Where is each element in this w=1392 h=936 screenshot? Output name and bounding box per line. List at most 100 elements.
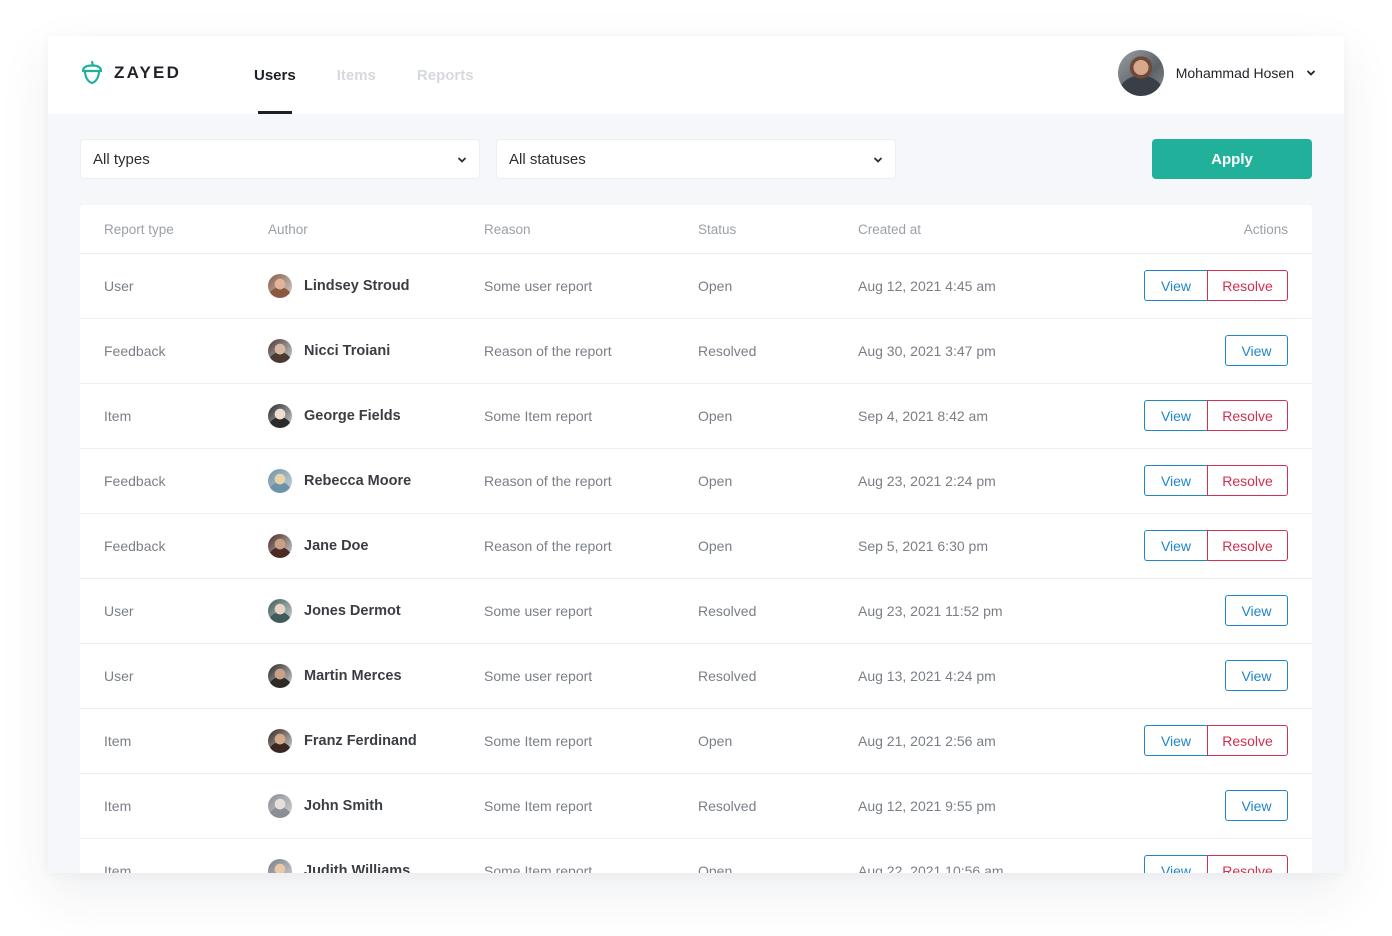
author-name: Jones Dermot	[304, 603, 401, 619]
tab-items[interactable]: Items	[337, 36, 376, 114]
apply-button[interactable]: Apply	[1152, 139, 1312, 179]
author-cell[interactable]: Rebecca Moore	[268, 469, 411, 493]
filters-bar: All types All statuses Apply	[80, 139, 1312, 179]
created-at-cell: Aug 13, 2021 4:24 pm	[858, 668, 996, 684]
created-at-cell: Aug 23, 2021 2:24 pm	[858, 473, 996, 489]
chevron-down-icon	[874, 157, 882, 163]
report-type-cell: Item	[104, 408, 132, 424]
avatar	[268, 274, 292, 298]
report-type-cell: Feedback	[104, 538, 166, 554]
view-button[interactable]: View	[1225, 595, 1288, 626]
resolve-button[interactable]: Resolve	[1207, 725, 1288, 756]
column-header-report-type[interactable]: Report type	[104, 222, 174, 237]
created-at-cell: Aug 12, 2021 9:55 pm	[858, 798, 996, 814]
created-at-cell: Sep 4, 2021 8:42 am	[858, 408, 988, 424]
table-row: Item John Smith Some Item report Resolve…	[80, 774, 1312, 839]
author-cell[interactable]: Martin Merces	[268, 664, 402, 688]
author-cell[interactable]: Judith Williams	[268, 859, 410, 873]
author-cell[interactable]: Lindsey Stroud	[268, 274, 410, 298]
column-header-created-at[interactable]: Created at	[858, 222, 921, 237]
report-type-cell: User	[104, 668, 134, 684]
table-row: Item Franz Ferdinand Some Item report Op…	[80, 709, 1312, 774]
status-cell: Open	[698, 278, 733, 294]
view-button[interactable]: View	[1225, 790, 1288, 821]
report-type-cell: Item	[104, 733, 132, 749]
report-type-select[interactable]: All types	[80, 139, 480, 179]
chevron-down-icon	[458, 157, 466, 163]
profile-name: Mohammad Hosen	[1175, 65, 1294, 81]
view-button[interactable]: View	[1144, 270, 1207, 301]
row-actions: View Resolve	[1144, 530, 1288, 561]
brand-name: ZAYED	[114, 63, 182, 82]
author-name: Franz Ferdinand	[304, 733, 417, 749]
status-select[interactable]: All statuses	[496, 139, 896, 179]
top-navigation: ZAYED Users Items Reports Mohammad Hosen	[48, 36, 1344, 114]
column-header-status[interactable]: Status	[698, 222, 736, 237]
report-type-cell: Item	[104, 798, 132, 814]
author-cell[interactable]: George Fields	[268, 404, 401, 428]
resolve-button[interactable]: Resolve	[1207, 530, 1288, 561]
author-cell[interactable]: Nicci Troiani	[268, 339, 390, 363]
table-row: Item George Fields Some Item report Open…	[80, 384, 1312, 449]
report-type-cell: Feedback	[104, 343, 166, 359]
reports-table: Report type Author Reason Status Created…	[80, 205, 1312, 873]
column-header-reason[interactable]: Reason	[484, 222, 531, 237]
status-cell: Open	[698, 733, 733, 749]
resolve-button[interactable]: Resolve	[1207, 465, 1288, 496]
row-actions: View Resolve	[1144, 270, 1288, 301]
avatar	[268, 729, 292, 753]
author-name: Judith Williams	[304, 863, 411, 873]
report-type-cell: Item	[104, 863, 132, 873]
brand-logo[interactable]: ZAYED	[80, 60, 181, 86]
author-name: Martin Merces	[304, 668, 402, 684]
created-at-cell: Aug 30, 2021 3:47 pm	[858, 343, 996, 359]
avatar	[1117, 50, 1164, 96]
table-row: Feedback Nicci Troiani Reason of the rep…	[80, 319, 1312, 384]
author-cell[interactable]: Franz Ferdinand	[268, 729, 417, 753]
table-row: Feedback Rebecca Moore Reason of the rep…	[80, 449, 1312, 514]
resolve-button[interactable]: Resolve	[1207, 270, 1288, 301]
reason-cell: Some Item report	[484, 408, 593, 424]
avatar	[268, 664, 292, 688]
author-cell[interactable]: John Smith	[268, 794, 383, 818]
view-button[interactable]: View	[1144, 855, 1207, 873]
created-at-cell: Aug 22, 2021 10:56 am	[858, 863, 1004, 873]
column-header-author[interactable]: Author	[268, 222, 308, 237]
created-at-cell: Aug 23, 2021 11:52 pm	[858, 603, 1003, 619]
reason-cell: Some Item report	[484, 798, 593, 814]
view-button[interactable]: View	[1144, 465, 1207, 496]
status-cell: Open	[698, 538, 733, 554]
resolve-button[interactable]: Resolve	[1207, 855, 1288, 873]
avatar	[268, 404, 292, 428]
view-button[interactable]: View	[1225, 660, 1288, 691]
table-row: User Lindsey Stroud Some user report Ope…	[80, 254, 1312, 319]
tab-users[interactable]: Users	[254, 36, 296, 114]
profile-menu[interactable]: Mohammad Hosen	[1117, 50, 1316, 96]
author-name: Lindsey Stroud	[304, 278, 410, 294]
view-button[interactable]: View	[1144, 725, 1207, 756]
table-row: User Martin Merces Some user report Reso…	[80, 644, 1312, 709]
tab-reports[interactable]: Reports	[417, 36, 474, 114]
status-cell: Open	[698, 473, 733, 489]
author-name: John Smith	[304, 798, 383, 814]
status-value: All statuses	[509, 150, 586, 168]
author-name: Nicci Troiani	[304, 343, 391, 359]
view-button[interactable]: View	[1144, 400, 1207, 431]
author-cell[interactable]: Jones Dermot	[268, 599, 401, 623]
view-button[interactable]: View	[1225, 335, 1288, 366]
avatar	[268, 339, 292, 363]
reason-cell: Some Item report	[484, 863, 593, 873]
report-type-cell: Feedback	[104, 473, 166, 489]
view-button[interactable]: View	[1144, 530, 1207, 561]
status-cell: Resolved	[698, 603, 757, 619]
avatar	[268, 599, 292, 623]
author-cell[interactable]: Jane Doe	[268, 534, 368, 558]
row-actions: View	[1225, 660, 1288, 691]
table-row: Feedback Jane Doe Reason of the report O…	[80, 514, 1312, 579]
resolve-button[interactable]: Resolve	[1207, 400, 1288, 431]
column-header-actions: Actions	[1243, 222, 1288, 237]
created-at-cell: Aug 12, 2021 4:45 am	[858, 278, 996, 294]
chevron-down-icon	[1307, 70, 1315, 76]
status-cell: Resolved	[698, 668, 757, 684]
app-frame: ZAYED Users Items Reports Mohammad Hosen…	[48, 36, 1344, 873]
